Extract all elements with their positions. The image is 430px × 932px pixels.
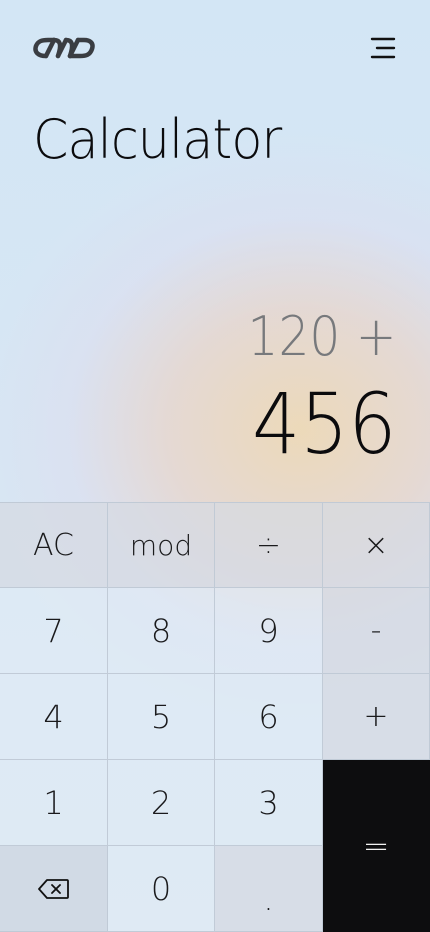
page-title: Calculator (33, 108, 282, 171)
digit-5-button[interactable]: 5 (108, 674, 215, 760)
calculator-display: 120 + 456 (231, 300, 396, 474)
result-readout: 456 (251, 375, 396, 473)
add-button[interactable]: + (323, 674, 430, 760)
decimal-button[interactable]: . (215, 846, 323, 932)
digit-3-button[interactable]: 3 (215, 760, 323, 846)
digit-8-button[interactable]: 8 (108, 588, 215, 674)
digit-9-button[interactable]: 9 (215, 588, 323, 674)
digit-4-button[interactable]: 4 (0, 674, 108, 760)
modulo-button[interactable]: mod (108, 502, 215, 588)
logo-icon[interactable] (32, 34, 96, 62)
expression-readout: 120 + (247, 305, 396, 368)
hamburger-menu-icon[interactable] (364, 30, 400, 66)
decimal-label: . (263, 879, 274, 918)
digit-1-button[interactable]: 1 (0, 760, 108, 846)
digit-2-button[interactable]: 2 (108, 760, 215, 846)
equals-button[interactable]: = (323, 760, 430, 932)
digit-7-button[interactable]: 7 (0, 588, 108, 674)
subtract-button[interactable]: - (323, 588, 430, 674)
multiply-button[interactable]: × (323, 502, 430, 588)
digit-6-button[interactable]: 6 (215, 674, 323, 760)
backspace-button[interactable] (0, 846, 108, 932)
backspace-icon (37, 878, 70, 900)
keypad: AC mod ÷ × 7 8 9 - 4 5 6 + 1 2 3 = 0 . (0, 502, 430, 932)
app-header (0, 0, 430, 100)
digit-0-button[interactable]: 0 (108, 846, 215, 932)
divide-button[interactable]: ÷ (215, 502, 323, 588)
clear-button[interactable]: AC (0, 502, 108, 588)
